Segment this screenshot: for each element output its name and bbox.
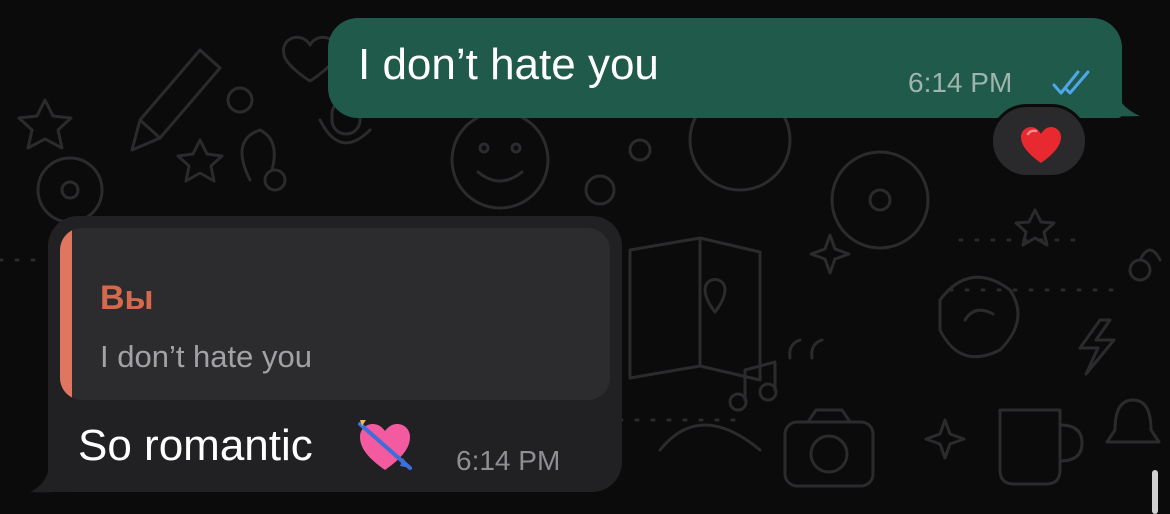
reply-quote-accent-bar bbox=[60, 228, 72, 400]
incoming-message-text: So romantic bbox=[78, 421, 313, 470]
outgoing-message-bubble[interactable]: I don’t hate you 6:14 PM bbox=[328, 18, 1122, 118]
incoming-bubble-tail bbox=[30, 462, 70, 493]
incoming-message-bubble[interactable]: Вы I don’t hate you So romantic 6:14 PM bbox=[48, 216, 622, 492]
reply-quote-text: I don’t hate you bbox=[100, 339, 312, 374]
scroll-indicator[interactable] bbox=[1152, 470, 1158, 514]
reply-quote[interactable]: Вы I don’t hate you bbox=[60, 228, 610, 400]
reply-quote-author: Вы bbox=[100, 279, 154, 317]
red-heart-icon bbox=[1021, 127, 1061, 163]
outgoing-message-text: I don’t hate you bbox=[358, 40, 659, 89]
heart-with-arrow-icon bbox=[358, 420, 412, 470]
double-check-read-icon bbox=[1052, 70, 1090, 95]
outgoing-bubble-tail bbox=[1090, 80, 1140, 117]
incoming-message-time: 6:14 PM bbox=[456, 445, 561, 476]
outgoing-message-time: 6:14 PM bbox=[908, 67, 1013, 98]
message-reaction[interactable] bbox=[990, 104, 1088, 178]
